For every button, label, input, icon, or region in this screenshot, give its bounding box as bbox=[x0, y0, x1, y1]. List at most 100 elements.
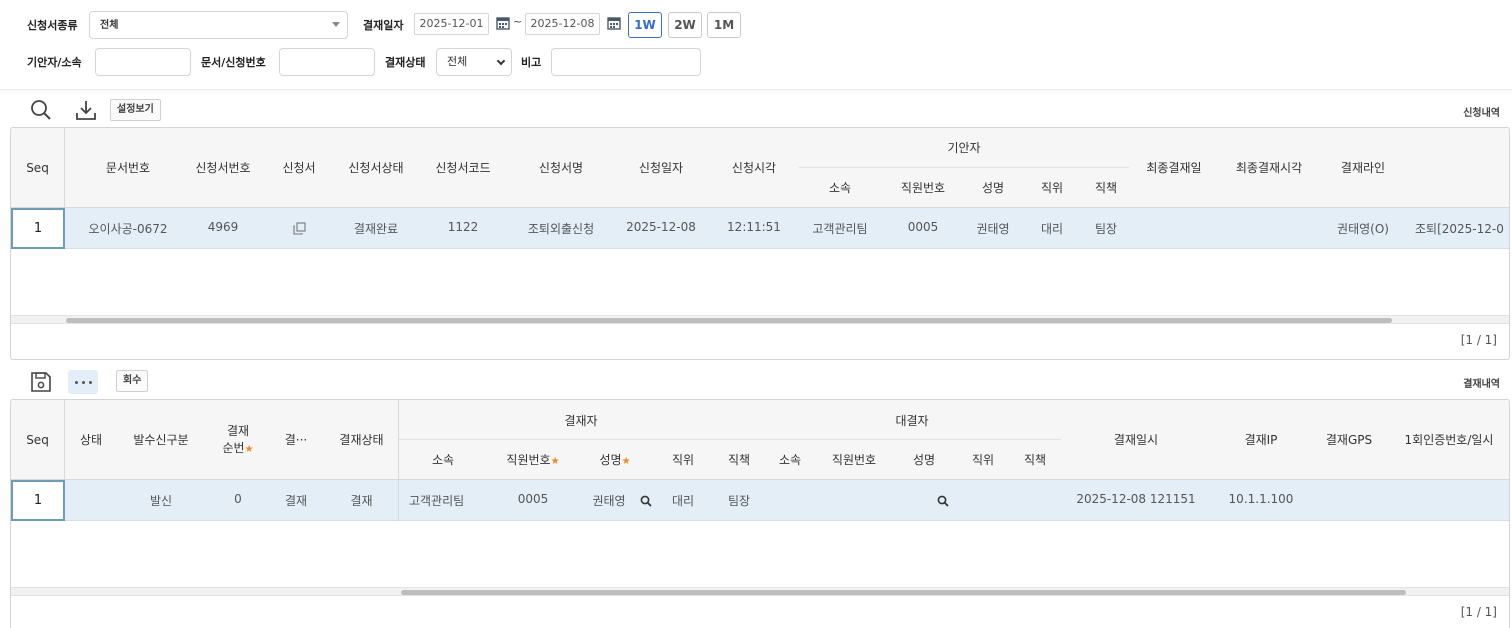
header-emp-no[interactable]: 직원번호★ bbox=[487, 451, 579, 468]
header-order-line2[interactable]: 순번★ bbox=[209, 439, 267, 456]
header-approval-status[interactable]: 결재상태 bbox=[325, 431, 398, 448]
scrollbar-thumb[interactable] bbox=[401, 590, 1406, 595]
header-approval-line[interactable]: 결재라인 bbox=[1319, 159, 1407, 176]
period-2w-button[interactable]: 2W bbox=[668, 12, 702, 38]
pagination-indicator: [1 / 1] bbox=[1460, 605, 1497, 619]
header-seq[interactable]: Seq bbox=[11, 161, 64, 175]
required-star-icon: ★ bbox=[244, 444, 254, 455]
cell-name: 권태영 bbox=[976, 222, 1010, 236]
header-emp-no[interactable]: 직원번호 bbox=[881, 179, 965, 196]
header-position[interactable]: 직위 bbox=[1021, 179, 1083, 196]
header-proxy-emp-no[interactable]: 직원번호 bbox=[817, 451, 891, 468]
copy-document-icon[interactable] bbox=[293, 222, 306, 235]
header-proxy-group: 대결자 bbox=[895, 414, 929, 428]
column-divider bbox=[64, 128, 65, 208]
header-app-name[interactable]: 신청서명 bbox=[509, 159, 613, 176]
header-position[interactable]: 직위 bbox=[651, 451, 715, 468]
group-divider bbox=[399, 439, 1061, 440]
header-approval-datetime[interactable]: 결재일시 bbox=[1061, 431, 1211, 448]
view-settings-button[interactable]: 설정보기 bbox=[110, 99, 161, 121]
header-proxy-name[interactable]: 성명 bbox=[891, 451, 957, 468]
header-app-form[interactable]: 신청서 bbox=[263, 159, 335, 176]
header-otp[interactable]: 1회인증번호/일시 bbox=[1387, 431, 1509, 448]
header-app-time[interactable]: 신청시각 bbox=[709, 159, 799, 176]
cell-dept: 고객관리팀 bbox=[409, 494, 465, 508]
header-name-text: 성명 bbox=[599, 453, 622, 467]
doc-type-select[interactable]: 전체 bbox=[89, 11, 348, 39]
cell-approval-line: 권태영(O) bbox=[1337, 222, 1389, 236]
cell-emp-no: 0005 bbox=[517, 492, 549, 506]
recall-button[interactable]: 회수 bbox=[116, 370, 149, 392]
horizontal-scrollbar[interactable] bbox=[11, 587, 1509, 596]
period-1m-button[interactable]: 1M bbox=[707, 12, 741, 38]
header-app-no[interactable]: 신청서번호 bbox=[183, 159, 263, 176]
pagination-indicator: [1 / 1] bbox=[1460, 333, 1497, 347]
header-proxy-duty[interactable]: 직책 bbox=[1009, 451, 1061, 468]
drafter-input[interactable] bbox=[95, 48, 191, 76]
header-final-time[interactable]: 최종결재시각 bbox=[1219, 159, 1319, 176]
doc-no-input[interactable] bbox=[279, 48, 375, 76]
status-select[interactable]: 전체 bbox=[436, 48, 512, 76]
row-seq-cell[interactable]: 1 bbox=[11, 208, 65, 249]
header-app-status[interactable]: 신청서상태 bbox=[335, 159, 417, 176]
remark-input[interactable] bbox=[551, 48, 701, 76]
cell-emp-no: 0005 bbox=[907, 220, 939, 234]
calendar-icon[interactable] bbox=[607, 16, 621, 30]
doc-type-label: 신청서종류 bbox=[27, 19, 78, 32]
doc-no-label: 문서/신청번호 bbox=[201, 56, 266, 69]
header-name[interactable]: 성명★ bbox=[579, 451, 651, 468]
section-title-applications: 신청내역 bbox=[1463, 108, 1500, 119]
header-proxy-position[interactable]: 직위 bbox=[957, 451, 1009, 468]
header-state[interactable]: 상태 bbox=[69, 431, 113, 448]
header-app-date[interactable]: 신청일자 bbox=[613, 159, 709, 176]
cell-app-status: 결재완료 bbox=[353, 222, 399, 236]
save-icon[interactable] bbox=[29, 370, 53, 394]
calendar-icon[interactable] bbox=[496, 16, 510, 30]
scrollbar-thumb[interactable] bbox=[66, 318, 1392, 323]
header-final-date[interactable]: 최종결재일 bbox=[1129, 159, 1219, 176]
header-name[interactable]: 성명 bbox=[965, 179, 1021, 196]
table-row[interactable]: 1 발신 0 결재 결재 고객관리팀 0005 권태영 대리 팀장 2025-1… bbox=[11, 480, 1509, 521]
caret-down-icon bbox=[332, 22, 340, 27]
group-divider bbox=[799, 167, 1129, 168]
header-dept[interactable]: 소속 bbox=[399, 451, 487, 468]
cell-send-recv: 발신 bbox=[149, 494, 173, 508]
header-app-code[interactable]: 신청서코드 bbox=[417, 159, 509, 176]
header-doc-no[interactable]: 문서번호 bbox=[73, 159, 183, 176]
header-seq[interactable]: Seq bbox=[11, 433, 64, 447]
row-seq-cell[interactable]: 1 bbox=[11, 480, 65, 521]
header-send-recv[interactable]: 발수신구분 bbox=[113, 431, 209, 448]
search-icon[interactable] bbox=[937, 495, 949, 507]
header-approval-ip[interactable]: 결재IP bbox=[1211, 431, 1311, 448]
required-star-icon: ★ bbox=[621, 456, 631, 467]
cell-duty: 팀장 bbox=[1094, 222, 1118, 236]
cell-overflow-column: 조퇴[2025-12-0 bbox=[1415, 222, 1504, 236]
horizontal-scrollbar[interactable] bbox=[11, 315, 1509, 324]
header-dept[interactable]: 소속 bbox=[799, 179, 881, 196]
cell-dept: 고객관리팀 bbox=[812, 222, 868, 236]
header-approval-type[interactable]: 결··· bbox=[267, 431, 325, 448]
header-duty[interactable]: 직책 bbox=[715, 451, 763, 468]
approval-date-label: 결재일자 bbox=[363, 19, 404, 32]
header-duty[interactable]: 직책 bbox=[1083, 179, 1129, 196]
table-row[interactable]: 1 오이사공-0672 4969 결재완료 1122 조퇴외출신청 2025-1… bbox=[11, 208, 1509, 249]
cell-app-code: 1122 bbox=[447, 220, 479, 234]
cell-app-name: 조퇴외출신청 bbox=[527, 222, 595, 236]
header-order-line1[interactable]: 결재 bbox=[209, 422, 267, 439]
required-star-icon: ★ bbox=[550, 456, 560, 467]
application-grid: Seq 문서번호 신청서번호 신청서 신청서상태 신청서코드 신청서명 신청일자… bbox=[10, 127, 1510, 360]
header-proxy-dept[interactable]: 소속 bbox=[763, 451, 817, 468]
cell-app-date: 2025-12-08 bbox=[626, 220, 696, 234]
doc-type-value: 전체 bbox=[100, 20, 119, 31]
cell-position: 대리 bbox=[1040, 222, 1064, 236]
date-range-separator: ~ bbox=[513, 15, 523, 28]
period-1w-button[interactable]: 1W bbox=[628, 12, 662, 38]
date-from-input[interactable]: 2025-12-01 bbox=[414, 13, 489, 35]
cell-approval-datetime: 2025-12-08 121151 bbox=[1076, 492, 1196, 506]
header-drafter-group: 기안자 bbox=[947, 141, 981, 155]
date-to-input[interactable]: 2025-12-08 bbox=[525, 13, 600, 35]
header-approval-gps[interactable]: 결재GPS bbox=[1311, 431, 1387, 448]
search-icon[interactable] bbox=[29, 98, 53, 122]
more-options-icon[interactable] bbox=[68, 370, 98, 394]
download-icon[interactable] bbox=[74, 98, 98, 122]
